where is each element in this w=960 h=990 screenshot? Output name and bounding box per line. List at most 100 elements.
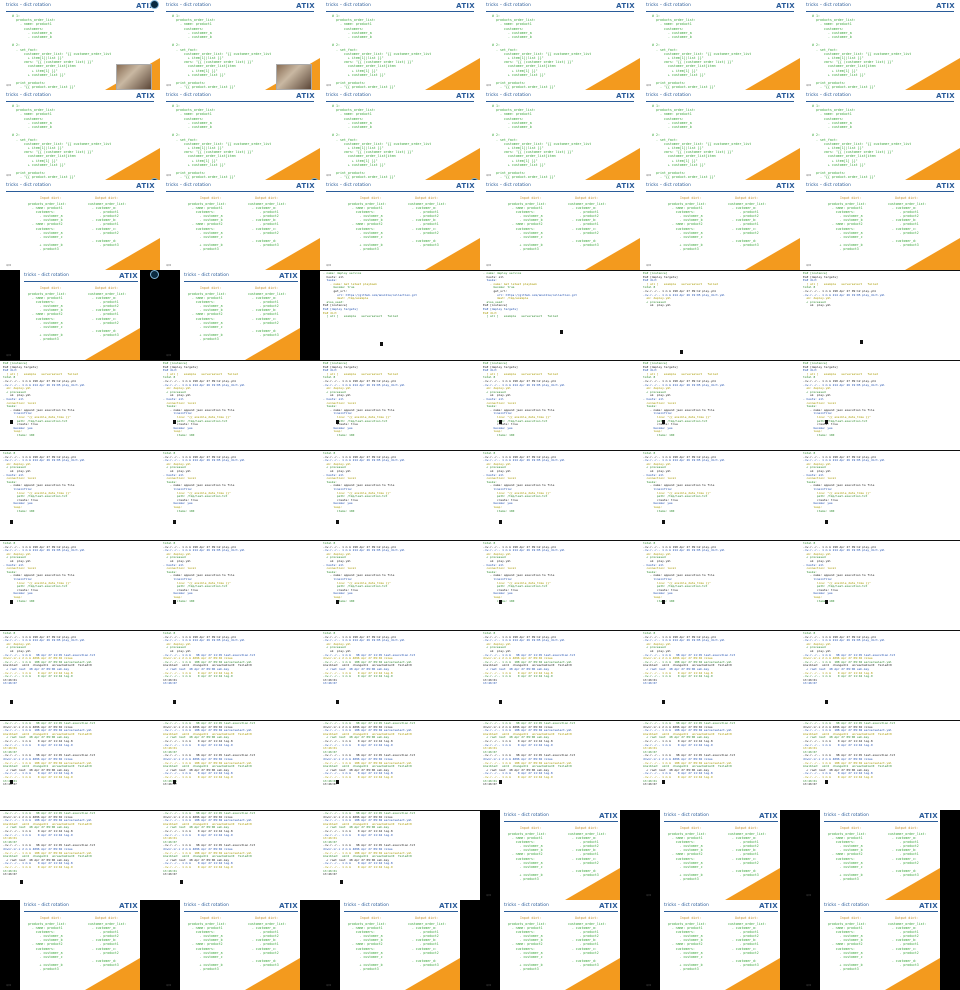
terminal-thumbnail[interactable]: -rw-r--r-- 1 m m 98 Apr 27 11:45 last-ex… [160,720,320,810]
input-dict-heading: Input dict: [40,286,62,290]
terminal-thumbnail[interactable]: Ex# [instance] Ex# [deploy targets] Ex# … [160,360,320,450]
slide-thumbnail[interactable]: tricks – dict rotation ATIX Input dict: Out… [640,810,800,900]
terminal-cursor [336,780,339,784]
slide-thumbnail[interactable]: tricks – dict rotation ATIX # 1: products_… [160,0,320,90]
input-dict-code: products_order_list: - name: product1 cu… [828,202,867,252]
slide-thumbnail[interactable]: tricks – dict rotation ATIX Input dict: Out… [320,180,480,270]
terminal-thumbnail[interactable]: Ex# [instance] Ex# [deploy targets] Ex# … [0,360,160,450]
atix-logo: ATIX [776,2,795,10]
slide-thumbnail[interactable]: tricks – dict rotation ATIX # 1: products_… [640,0,800,90]
slide-thumbnail[interactable]: tricks – dict rotation ATIX Input dict: Out… [640,900,800,990]
slide-thumbnail[interactable]: tricks – dict rotation ATIX Input dict: Out… [0,270,160,360]
terminal-thumbnail[interactable]: total 8 -rw-r--r-- 1 m m 198 Apr 27 09:1… [800,540,960,630]
atix-logo: ATIX [296,2,315,10]
terminal-thumbnail[interactable]: total 8 -rw-r--r-- 1 m m 198 Apr 27 09:1… [640,540,800,630]
slide-page-number: 4/6 [806,173,812,177]
terminal-thumbnail[interactable]: Ex# [instance] Ex# [deploy targets] Ex# … [640,360,800,450]
slide-thumbnail[interactable]: tricks – dict rotation ATIX # 1: products_… [800,90,960,180]
slide-thumbnail[interactable]: tricks – dict rotation ATIX # 1: products_… [0,90,160,180]
output-dict-heading: Output dict: [735,916,759,920]
terminal-line: items: 100 [176,508,195,513]
slide-thumbnail[interactable]: tricks – dict rotation ATIX Input dict: Out… [480,900,640,990]
terminal-thumbnail[interactable]: total 8 -rw-r--r-- 1 m m 198 Apr 27 09:1… [640,630,800,720]
slide-thumbnail[interactable]: tricks – dict rotation ATIX Input dict: Out… [320,900,480,990]
slide-thumbnail[interactable]: tricks – dict rotation ATIX Input dict: Out… [800,900,960,990]
terminal-output: total 8 -rw-r--r-- 1 m m 198 Apr 27 09:1… [483,541,637,603]
slide-thumbnail[interactable]: tricks – dict rotation ATIX Input dict: Out… [480,180,640,270]
slide-thumbnail[interactable]: tricks – dict rotation ATIX # 1: products_… [480,90,640,180]
terminal-cursor [680,350,683,354]
terminal-thumbnail[interactable]: total 8 -rw-r--r-- 1 m m 198 Apr 27 09:1… [480,630,640,720]
terminal-thumbnail[interactable]: total 8 -rw-r--r-- 1 m m 198 Apr 27 09:1… [320,450,480,540]
slide-page-number: 4/6 [646,983,652,987]
slide-thumbnail[interactable]: tricks – dict rotation ATIX Input dict: Out… [0,900,160,990]
terminal-thumbnail[interactable]: - name: deploy service hosts: all tasks:… [320,270,480,360]
terminal-thumbnail[interactable]: -rw-r--r-- 1 m m 98 Apr 27 11:45 last-ex… [320,810,480,900]
slide-thumbnail[interactable]: tricks – dict rotation ATIX Input dict: Out… [160,180,320,270]
terminal-thumbnail[interactable]: -rw-r--r-- 1 m m 98 Apr 27 11:45 last-ex… [800,720,960,810]
slide-thumbnail[interactable]: tricks – dict rotation ATIX # 1: products_… [800,0,960,90]
slide-thumbnail[interactable]: tricks – dict rotation ATIX Input dict: Out… [800,180,960,270]
terminal-line: items: 100 [336,508,355,513]
terminal-thumbnail[interactable]: -rw-r--r-- 1 m m 98 Apr 27 11:45 last-ex… [160,810,320,900]
slide-thumbnail[interactable]: tricks – dict rotation ATIX # 1: products_… [480,0,640,90]
terminal-thumbnail[interactable]: total 8 -rw-r--r-- 1 m m 198 Apr 27 09:1… [480,540,640,630]
input-dict-heading: Input dict: [840,916,862,920]
terminal-thumbnail[interactable]: total 8 -rw-r--r-- 1 m m 198 Apr 27 09:1… [160,450,320,540]
slide-thumbnail[interactable]: tricks – dict rotation ATIX # 1: products_… [640,90,800,180]
slide-page-number: 4/6 [486,893,492,897]
terminal-thumbnail[interactable]: total 8 -rw-r--r-- 1 m m 198 Apr 27 09:1… [0,540,160,630]
terminal-thumbnail[interactable]: total 8 -rw-r--r-- 1 m m 198 Apr 27 09:1… [160,540,320,630]
slide-thumbnail[interactable]: tricks – dict rotation ATIX # 1: products_… [0,0,160,90]
slide-title: tricks – dict rotation [24,273,69,278]
terminal-cursor [662,700,665,704]
terminal-line: items: 100 [816,508,835,513]
slide-thumbnail[interactable]: tricks – dict rotation ATIX Input dict: Out… [0,180,160,270]
terminal-thumbnail[interactable]: Ex# [instance] Ex# [deploy targets] Ex# … [320,360,480,450]
terminal-thumbnail[interactable]: -rw-r--r-- 1 m m 98 Apr 27 11:45 last-ex… [640,720,800,810]
slide-thumbnail[interactable]: tricks – dict rotation ATIX Input dict: Out… [800,810,960,900]
slide-page-number: 4/6 [6,173,12,177]
slide-title: tricks – dict rotation [646,3,691,8]
terminal-thumbnail[interactable]: Ex# [instance] Ex# [deploy targets] Ex# … [640,270,800,360]
terminal-thumbnail[interactable]: Ex# [instance] Ex# [deploy targets] Ex# … [800,270,960,360]
slide-thumbnail[interactable]: tricks – dict rotation ATIX Input dict: Out… [160,900,320,990]
terminal-thumbnail[interactable]: total 8 -rw-r--r-- 1 m m 198 Apr 27 09:1… [800,450,960,540]
terminal-thumbnail[interactable]: total 8 -rw-r--r-- 1 m m 198 Apr 27 09:1… [320,630,480,720]
terminal-thumbnail[interactable]: Ex# [instance] Ex# [deploy targets] Ex# … [800,360,960,450]
terminal-thumbnail[interactable]: total 8 -rw-r--r-- 1 m m 198 Apr 27 09:1… [320,540,480,630]
terminal-output: Ex# [instance] Ex# [deploy targets] Ex# … [163,361,317,437]
terminal-thumbnail[interactable]: total 8 -rw-r--r-- 1 m m 198 Apr 27 09:1… [480,450,640,540]
terminal-thumbnail[interactable]: -rw-r--r-- 1 m m 98 Apr 27 11:45 last-ex… [0,720,160,810]
atix-logo: ATIX [439,902,458,910]
terminal-line: 13:46:07 [3,872,17,877]
terminal-output: total 8 -rw-r--r-- 1 m m 198 Apr 27 09:1… [3,541,157,603]
title-rule [6,101,154,102]
terminal-thumbnail[interactable]: -rw-r--r-- 1 m m 98 Apr 27 11:45 last-ex… [320,720,480,810]
terminal-thumbnail[interactable]: total 8 -rw-r--r-- 1 m m 198 Apr 27 09:1… [0,450,160,540]
terminal-line: 13:46:07 [803,782,817,787]
terminal-thumbnail[interactable]: - name: deploy service hosts: all tasks:… [480,270,640,360]
slide-thumbnail[interactable]: tricks – dict rotation ATIX Input dict: Out… [640,180,800,270]
terminal-thumbnail[interactable]: Ex# [instance] Ex# [deploy targets] Ex# … [480,360,640,450]
slide-thumbnail[interactable]: tricks – dict rotation ATIX # 1: products_… [160,90,320,180]
terminal-thumbnail[interactable]: total 8 -rw-r--r-- 1 m m 198 Apr 27 09:1… [0,630,160,720]
slide-page-number: 4/6 [486,83,492,87]
title-rule [326,191,474,192]
output-dict-heading: Output dict: [95,196,119,200]
input-dict-heading: Input dict: [840,826,862,830]
slide-page-number: 4/6 [486,263,492,267]
terminal-thumbnail[interactable]: total 8 -rw-r--r-- 1 m m 198 Apr 27 09:1… [640,450,800,540]
terminal-thumbnail[interactable]: total 8 -rw-r--r-- 1 m m 198 Apr 27 09:1… [160,630,320,720]
terminal-thumbnail[interactable]: total 8 -rw-r--r-- 1 m m 198 Apr 27 09:1… [800,630,960,720]
terminal-output: -rw-r--r-- 1 m m 98 Apr 27 11:45 last-ex… [643,721,797,787]
slide-thumbnail[interactable]: tricks – dict rotation ATIX # 1: products_… [320,90,480,180]
terminal-cursor [825,520,828,524]
slide-thumbnail[interactable]: tricks – dict rotation ATIX # 1: products_… [320,0,480,90]
terminal-output: Ex# [instance] Ex# [deploy targets] Ex# … [3,361,157,437]
terminal-thumbnail[interactable]: -rw-r--r-- 1 m m 98 Apr 27 11:45 last-ex… [480,720,640,810]
slide-title: tricks – dict rotation [824,903,869,908]
terminal-thumbnail[interactable]: -rw-r--r-- 1 m m 98 Apr 27 11:45 last-ex… [0,810,160,900]
slide-thumbnail[interactable]: tricks – dict rotation ATIX Input dict: Out… [160,270,320,360]
slide-thumbnail[interactable]: tricks – dict rotation ATIX Input dict: Out… [480,810,640,900]
